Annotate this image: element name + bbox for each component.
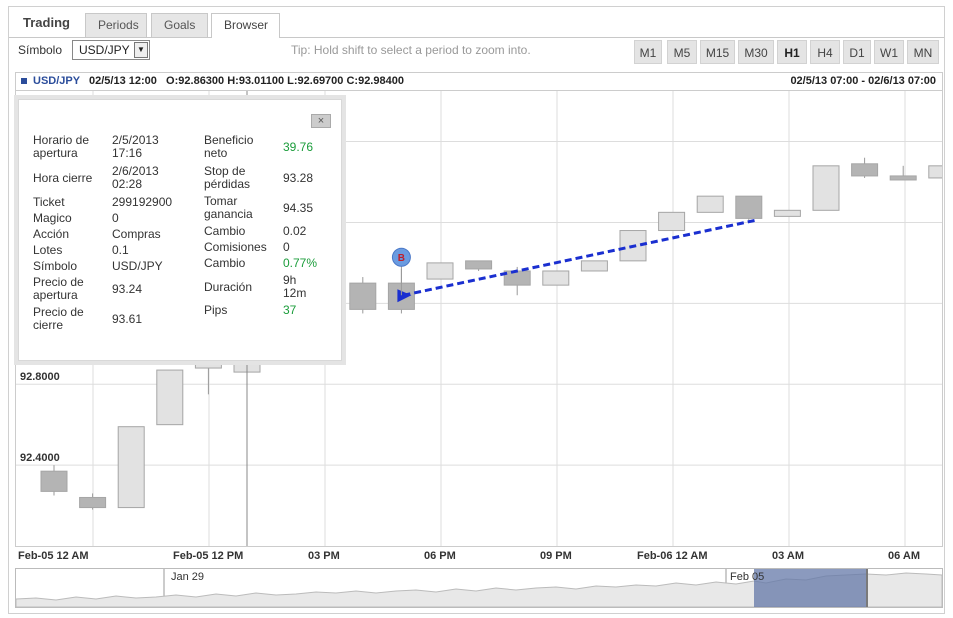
- detail-label: Magico: [33, 211, 72, 225]
- x-axis: Feb-05 12 AM Feb-05 12 PM 03 PM 06 PM 09…: [15, 547, 943, 567]
- x-tick-label: 06 AM: [888, 550, 920, 562]
- candle-body[interactable]: [889, 175, 917, 181]
- candle-body[interactable]: [40, 470, 68, 492]
- detail-value: 9h 12m: [283, 273, 307, 300]
- detail-value: 299192900: [112, 195, 173, 209]
- x-tick-label: Feb-05 12 PM: [173, 550, 244, 562]
- detail-value: Compras: [112, 227, 161, 241]
- candle-body[interactable]: [542, 270, 570, 286]
- timeframe-d1[interactable]: D1: [843, 40, 871, 64]
- navigator-label: Feb 05: [730, 571, 765, 583]
- detail-label: Precio de apertura: [33, 275, 84, 302]
- detail-label: Hora cierre: [33, 171, 93, 185]
- chevron-down-icon[interactable]: ▼: [134, 42, 148, 58]
- detail-value: 94.35: [283, 201, 314, 215]
- series-square-icon: [21, 78, 27, 84]
- header-symbol: USD/JPY: [33, 75, 81, 87]
- navigator-handle[interactable]: [866, 569, 868, 607]
- candle-body[interactable]: [696, 195, 724, 213]
- detail-label: Acción: [33, 227, 70, 241]
- detail-value: 0: [112, 211, 119, 225]
- panel-title: Trading: [23, 15, 70, 30]
- navigator[interactable]: Jan 29 Feb 05: [15, 568, 943, 608]
- chart-toolbar: Símbolo USD/JPY ▼ Tip: Hold shift to sel…: [8, 31, 945, 71]
- x-tick-label: Feb-05 12 AM: [18, 550, 89, 562]
- timeframe-m15[interactable]: M15: [700, 40, 735, 64]
- detail-value-profit: 39.76: [283, 140, 314, 154]
- candle-body[interactable]: [117, 426, 145, 509]
- detail-value: USD/JPY: [112, 259, 163, 273]
- navigator-selection[interactable]: [754, 569, 866, 607]
- y-tick-label: 92.4000: [20, 452, 60, 464]
- candle-body[interactable]: [349, 282, 377, 310]
- navigator-label: Jan 29: [171, 571, 205, 583]
- timeframe-m1[interactable]: M1: [634, 40, 662, 64]
- detail-label: Ticket: [33, 195, 65, 209]
- candle-body[interactable]: [735, 195, 763, 219]
- symbol-label: Símbolo: [18, 43, 63, 57]
- navigator-svg: [16, 569, 942, 607]
- candle-body[interactable]: [156, 369, 184, 426]
- detail-label: Duración: [204, 280, 253, 294]
- detail-value: 93.61: [112, 312, 143, 326]
- detail-value: 0.02: [283, 224, 307, 238]
- candle-body[interactable]: [658, 211, 686, 232]
- y-tick-label: 92.8000: [20, 371, 60, 383]
- detail-value: 2/6/2013 02:28: [112, 164, 159, 191]
- detail-label: Tomar ganancia: [204, 194, 253, 221]
- candle-body[interactable]: [465, 260, 493, 270]
- candle-body[interactable]: [851, 163, 879, 177]
- detail-value: 93.24: [112, 282, 143, 296]
- candle-body[interactable]: [426, 262, 454, 280]
- x-tick-label: 06 PM: [424, 550, 456, 562]
- detail-value-pips: 37: [283, 303, 297, 317]
- symbol-select[interactable]: USD/JPY ▼: [72, 40, 150, 60]
- detail-label: Pips: [204, 303, 228, 317]
- timeframe-m5[interactable]: M5: [667, 40, 697, 64]
- detail-label: Símbolo: [33, 259, 78, 273]
- timeframe-h1[interactable]: H1: [777, 40, 807, 64]
- timeframe-mn[interactable]: MN: [907, 40, 939, 64]
- x-tick-label: 09 PM: [540, 550, 572, 562]
- detail-label: Horario de apertura: [33, 133, 90, 160]
- close-icon[interactable]: ×: [311, 114, 331, 128]
- detail-value: 0.1: [112, 243, 129, 257]
- detail-label: Beneficio neto: [204, 133, 254, 160]
- candle-body[interactable]: [580, 260, 608, 272]
- detail-label: Cambio: [204, 256, 246, 270]
- trade-line: [403, 218, 756, 297]
- detail-label: Stop de pérdidas: [204, 164, 251, 191]
- detail-value: 0: [283, 240, 290, 254]
- chart-header: USD/JPY 02/5/13 12:00 O:92.86300 H:93.01…: [15, 72, 943, 90]
- x-tick-label: 03 AM: [772, 550, 804, 562]
- candle-body[interactable]: [773, 209, 801, 217]
- candle-body[interactable]: [79, 496, 107, 509]
- trade-details-popup: × Horario de apertura 2/5/2013 17:16 Hor…: [18, 99, 342, 361]
- symbol-select-value: USD/JPY: [79, 43, 130, 57]
- timeframe-m30[interactable]: M30: [738, 40, 774, 64]
- candle-body[interactable]: [928, 165, 942, 179]
- candle-body[interactable]: [812, 165, 840, 211]
- detail-label: Comisiones: [204, 240, 267, 254]
- header-range: 02/5/13 07:00 - 02/6/13 07:00: [790, 75, 936, 87]
- zoom-tip: Tip: Hold shift to select a period to zo…: [291, 43, 531, 57]
- detail-label: Lotes: [33, 243, 63, 257]
- detail-value: 2/5/2013 17:16: [112, 133, 159, 160]
- header-ohlc: 02/5/13 12:00 O:92.86300 H:93.01100 L:92…: [89, 75, 404, 87]
- timeframe-w1[interactable]: W1: [874, 40, 904, 64]
- detail-value: 93.28: [283, 171, 314, 185]
- trade-marker-label: B: [398, 253, 405, 264]
- x-tick-label: 03 PM: [308, 550, 340, 562]
- x-tick-label: Feb-06 12 AM: [637, 550, 708, 562]
- detail-label: Precio de cierre: [33, 305, 84, 332]
- candle-body[interactable]: [503, 270, 531, 286]
- detail-value-change: 0.77%: [283, 256, 318, 270]
- timeframe-h4[interactable]: H4: [810, 40, 840, 64]
- detail-label: Cambio: [204, 224, 246, 238]
